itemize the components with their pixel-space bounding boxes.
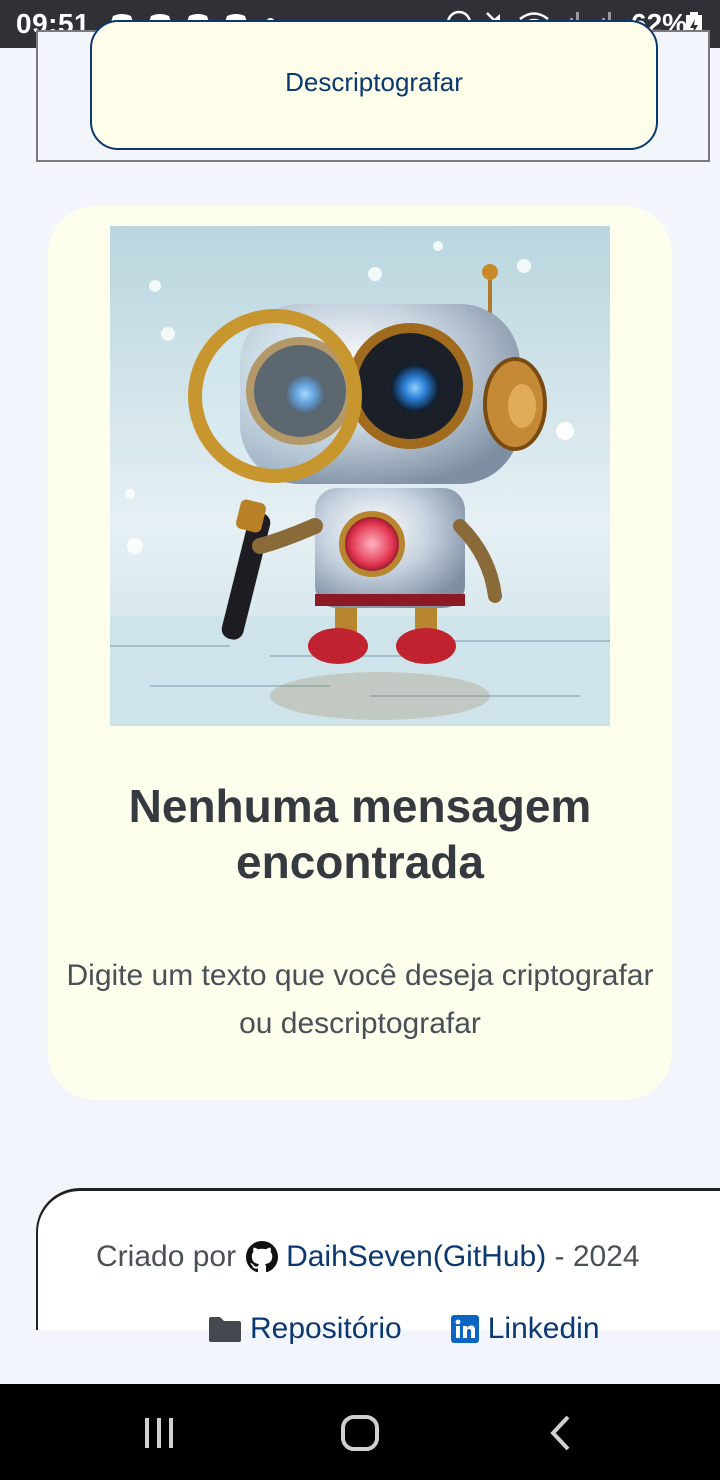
home-icon[interactable] bbox=[340, 1414, 380, 1452]
recents-icon[interactable] bbox=[142, 1416, 176, 1450]
repository-link[interactable]: Repositório bbox=[208, 1312, 402, 1346]
linkedin-icon bbox=[450, 1315, 479, 1343]
credit-year: - 2024 bbox=[546, 1240, 640, 1273]
empty-state-title: Nenhuma mensagem encontrada bbox=[128, 780, 592, 888]
credit-prefix: Criado por bbox=[96, 1240, 237, 1273]
folder-icon bbox=[209, 1317, 241, 1342]
navigation-bar bbox=[0, 1384, 720, 1480]
result-card: Nenhuma mensagem encontrada Digite um te… bbox=[48, 206, 672, 1100]
footer-credit: Criado por DaihSeven(GitHub) - 2024 bbox=[96, 1240, 640, 1274]
linkedin-link[interactable]: Linkedin bbox=[450, 1312, 600, 1346]
footer-links: Repositório Linkedin bbox=[208, 1312, 600, 1346]
back-icon[interactable] bbox=[548, 1414, 574, 1452]
decrypt-button[interactable]: Descriptografar bbox=[90, 20, 658, 150]
repository-label: Repositório bbox=[250, 1312, 402, 1345]
github-link[interactable]: DaihSeven(GitHub) bbox=[286, 1240, 546, 1274]
github-icon bbox=[246, 1241, 279, 1273]
robot-magnifier-illustration bbox=[110, 226, 610, 726]
empty-state-text: Digite um texto que você deseja criptogr… bbox=[66, 959, 654, 1040]
linkedin-label: Linkedin bbox=[487, 1312, 600, 1345]
